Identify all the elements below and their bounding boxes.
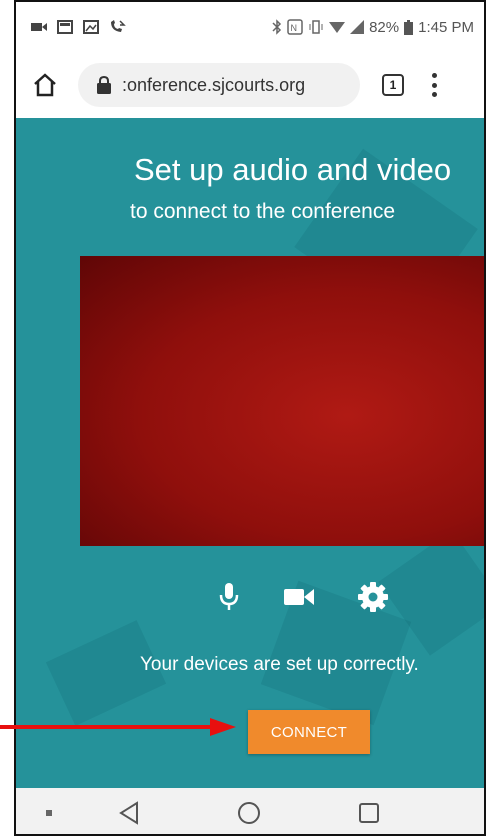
battery-percent: 82%: [369, 18, 400, 36]
tab-switcher-button[interactable]: 1: [382, 74, 404, 96]
video-notification-icon: [31, 23, 47, 31]
settings-icon: [358, 582, 388, 612]
battery-icon: [404, 19, 414, 35]
gallery-notification-icon: [57, 20, 73, 34]
camera-icon: [284, 589, 314, 605]
signal-icon: [350, 20, 365, 34]
microphone-icon: [219, 583, 239, 610]
back-button[interactable]: [116, 800, 142, 826]
page-subtitle: to connect to the conference: [130, 200, 396, 223]
address-bar[interactable]: :onference.sjcourts.org: [78, 63, 360, 107]
settings-button[interactable]: [356, 580, 390, 614]
microphone-button[interactable]: [212, 580, 246, 614]
dot-icon: [46, 810, 52, 816]
url-text: :onference.sjcourts.org: [122, 74, 306, 95]
svg-text:N: N: [291, 23, 298, 33]
video-preview: [80, 256, 484, 546]
home-nav-button[interactable]: [236, 800, 262, 826]
vibrate-icon: [309, 20, 323, 34]
device-status-message: Your devices are set up correctly.: [140, 654, 419, 675]
connect-button[interactable]: CONNECT: [248, 710, 370, 754]
browser-toolbar: :onference.sjcourts.org 1: [16, 52, 484, 118]
overview-icon: [359, 803, 379, 823]
web-content: Set up audio and video to connect to the…: [16, 118, 484, 788]
missed-call-icon: [111, 20, 126, 32]
home-icon: [238, 802, 260, 824]
android-nav-bar: [16, 788, 484, 834]
home-button[interactable]: [30, 70, 60, 100]
device-controls: [16, 580, 484, 620]
overflow-menu-button[interactable]: [430, 73, 438, 97]
photo-notification-icon: [83, 20, 99, 34]
overview-button[interactable]: [356, 800, 382, 826]
nfc-icon: N: [287, 19, 303, 35]
recent-apps-dot[interactable]: [36, 800, 62, 826]
house-icon: [34, 73, 56, 97]
wifi-icon: [329, 22, 346, 33]
status-bar: N 82% 1:45 PM: [16, 2, 484, 52]
page-title: Set up audio and video: [134, 152, 452, 187]
lock-icon: [97, 76, 111, 94]
bluetooth-icon: [272, 19, 282, 35]
clock: 1:45 PM: [418, 18, 474, 36]
annotation-arrow-icon: [0, 718, 236, 736]
camera-button[interactable]: [282, 580, 316, 614]
phone-screen: N 82% 1:45 PM :onference.sjcourts.org 1 …: [14, 0, 486, 836]
back-icon: [119, 801, 138, 825]
